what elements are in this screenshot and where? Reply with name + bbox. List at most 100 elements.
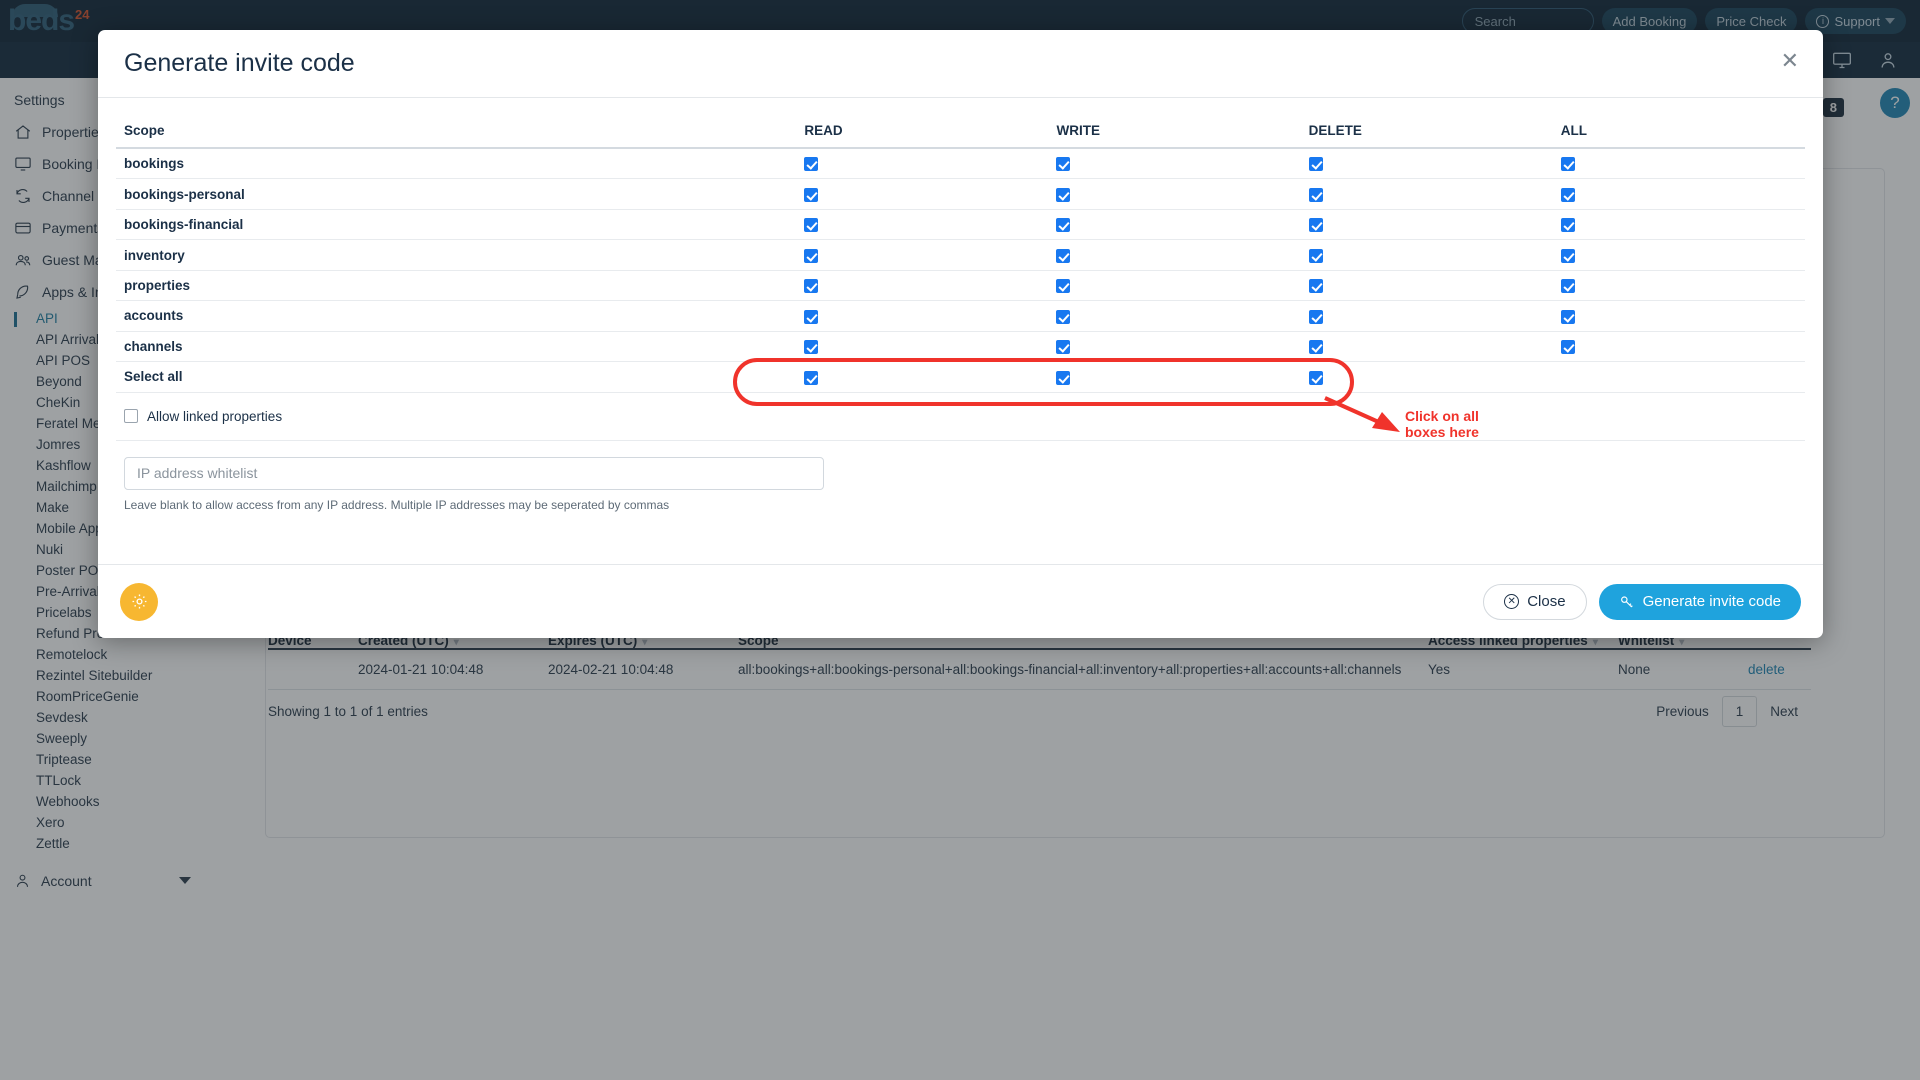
allow-linked-properties-label: Allow linked properties — [147, 408, 283, 424]
checkbox-delete[interactable] — [1308, 340, 1323, 355]
checkbox-cell-write[interactable] — [1048, 239, 1301, 271]
checkbox-cell-write[interactable] — [1048, 148, 1301, 180]
checkbox-all[interactable] — [1560, 248, 1575, 263]
checkbox-cell-delete[interactable] — [1300, 239, 1553, 271]
header-read: READ — [796, 116, 1049, 149]
checkbox-cell-delete[interactable] — [1300, 361, 1553, 393]
allow-linked-properties-checkbox[interactable] — [124, 409, 138, 423]
annotation-text-line2: boxes here — [1405, 424, 1479, 441]
checkbox-write[interactable] — [1056, 309, 1071, 324]
select-all-checkbox-delete[interactable] — [1308, 370, 1323, 385]
checkbox-delete[interactable] — [1308, 309, 1323, 324]
checkbox-cell-write[interactable] — [1048, 178, 1301, 210]
checkbox-write[interactable] — [1056, 248, 1071, 263]
checkbox-cell-read[interactable] — [796, 209, 1049, 241]
checkbox-cell-all[interactable] — [1552, 178, 1805, 210]
checkbox-cell-read[interactable] — [796, 239, 1049, 271]
scopes-table: Scope READ WRITE DELETE ALL bookings boo… — [116, 116, 1805, 393]
ip-whitelist-area: IP address whitelist Leave blank to allo… — [116, 441, 1805, 512]
generate-invite-code-button[interactable]: Generate invite code — [1598, 583, 1801, 620]
close-button-label: Close — [1527, 593, 1566, 610]
ip-whitelist-placeholder: IP address whitelist — [137, 465, 258, 481]
header-write: WRITE — [1048, 116, 1301, 149]
checkbox-all[interactable] — [1560, 340, 1575, 355]
checkbox-all[interactable] — [1560, 279, 1575, 294]
checkbox-cell-delete[interactable] — [1300, 148, 1553, 180]
checkbox-delete[interactable] — [1308, 279, 1323, 294]
scope-row-inventory: inventory — [116, 239, 1805, 271]
checkbox-write[interactable] — [1056, 340, 1071, 355]
checkbox-read[interactable] — [804, 157, 819, 172]
modal-footer-actions: ✕ Close Generate invite code — [1483, 583, 1801, 620]
checkbox-read[interactable] — [804, 309, 819, 324]
scope-label: accounts — [116, 300, 797, 332]
checkbox-write[interactable] — [1056, 218, 1071, 233]
allow-linked-properties-row[interactable]: Allow linked properties — [116, 393, 1805, 441]
header-all: ALL — [1552, 116, 1805, 149]
checkbox-cell-delete[interactable] — [1300, 270, 1553, 302]
checkbox-read[interactable] — [804, 187, 819, 202]
scope-row-bookings-financial: bookings-financial — [116, 209, 1805, 241]
header-delete: DELETE — [1300, 116, 1553, 149]
scopes-header-row: Scope READ WRITE DELETE ALL — [116, 116, 1805, 149]
annotation-text-line1: Click on all — [1405, 408, 1479, 424]
scope-label: Select all — [116, 361, 797, 393]
checkbox-cell-read[interactable] — [796, 361, 1049, 393]
checkbox-cell-write[interactable] — [1048, 331, 1301, 363]
modal-title: Generate invite code — [124, 49, 355, 77]
select-all-checkbox-write[interactable] — [1056, 370, 1071, 385]
checkbox-cell-all[interactable] — [1552, 239, 1805, 271]
checkbox-write[interactable] — [1056, 187, 1071, 202]
checkbox-cell-write[interactable] — [1048, 209, 1301, 241]
header-scope: Scope — [116, 116, 797, 149]
checkbox-cell-delete[interactable] — [1300, 178, 1553, 210]
checkbox-read[interactable] — [804, 340, 819, 355]
checkbox-all[interactable] — [1560, 157, 1575, 172]
modal-body: Scope READ WRITE DELETE ALL bookings boo… — [98, 98, 1823, 564]
checkbox-cell-read[interactable] — [796, 178, 1049, 210]
checkbox-cell-write[interactable] — [1048, 300, 1301, 332]
ip-whitelist-help-text: Leave blank to allow access from any IP … — [124, 497, 670, 512]
scope-label: bookings-financial — [116, 209, 797, 241]
checkbox-cell-delete[interactable] — [1300, 331, 1553, 363]
checkbox-all[interactable] — [1560, 187, 1575, 202]
checkbox-cell-all[interactable] — [1552, 270, 1805, 302]
checkbox-cell-all[interactable] — [1552, 148, 1805, 180]
checkbox-cell-read[interactable] — [796, 148, 1049, 180]
checkbox-write[interactable] — [1056, 157, 1071, 172]
checkbox-cell-delete[interactable] — [1300, 300, 1553, 332]
checkbox-cell-read[interactable] — [796, 270, 1049, 302]
checkbox-delete[interactable] — [1308, 187, 1323, 202]
key-icon — [1620, 595, 1633, 607]
checkbox-cell-all[interactable] — [1552, 209, 1805, 241]
select-all-checkbox-read[interactable] — [804, 370, 819, 385]
settings-gear-button[interactable] — [120, 582, 158, 621]
scope-label: channels — [116, 331, 797, 363]
checkbox-cell-delete[interactable] — [1300, 209, 1553, 241]
checkbox-cell-all[interactable] — [1552, 300, 1805, 332]
scope-label: inventory — [116, 239, 797, 271]
checkbox-delete[interactable] — [1308, 157, 1323, 172]
checkbox-cell-read[interactable] — [796, 300, 1049, 332]
checkbox-write[interactable] — [1056, 279, 1071, 294]
ip-whitelist-input[interactable]: IP address whitelist — [124, 456, 824, 490]
checkbox-cell-all[interactable] — [1552, 331, 1805, 363]
scope-label: properties — [116, 270, 797, 302]
close-button[interactable]: ✕ Close — [1483, 583, 1587, 620]
checkbox-all[interactable] — [1560, 218, 1575, 233]
checkbox-cell-write[interactable] — [1048, 270, 1301, 302]
checkbox-delete[interactable] — [1308, 218, 1323, 233]
gear-icon — [132, 594, 146, 609]
annotation-text: Click on all boxes here — [1405, 408, 1479, 440]
checkbox-read[interactable] — [804, 279, 819, 294]
generate-invite-code-modal: Generate invite code ✕ Scope READ WRITE … — [98, 30, 1823, 638]
checkbox-read[interactable] — [804, 248, 819, 263]
checkbox-read[interactable] — [804, 218, 819, 233]
close-x-icon[interactable]: ✕ — [1781, 50, 1799, 72]
scope-label: bookings — [116, 148, 797, 180]
checkbox-all[interactable] — [1560, 309, 1575, 324]
scopes-body: bookings bookings-personal bookings-fina… — [116, 148, 1805, 393]
checkbox-cell-read[interactable] — [796, 331, 1049, 363]
checkbox-delete[interactable] — [1308, 248, 1323, 263]
checkbox-cell-write[interactable] — [1048, 361, 1301, 393]
